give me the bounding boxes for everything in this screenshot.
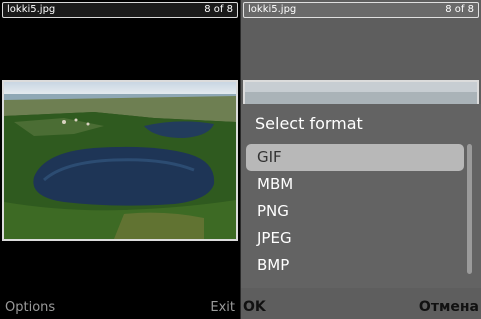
cancel-softkey[interactable]: Отмена <box>419 299 479 315</box>
options-softkey[interactable]: Options <box>5 300 55 315</box>
ok-softkey[interactable]: OK <box>243 299 266 315</box>
scrollbar[interactable] <box>467 144 472 274</box>
image-counter: 8 of 8 <box>445 4 474 15</box>
title-bar: lokki5.jpg 8 of 8 <box>2 2 238 18</box>
filename-label: lokki5.jpg <box>7 4 56 15</box>
select-format-screen: lokki5.jpg 8 of 8 Select format GIF MBM … <box>241 0 481 319</box>
photo-image[interactable] <box>2 80 238 241</box>
filename-label: lokki5.jpg <box>248 4 297 15</box>
format-option-mbm[interactable]: MBM <box>246 171 464 198</box>
select-format-dialog: Select format GIF MBM PNG JPEG BMP <box>241 104 481 288</box>
format-option-jpeg[interactable]: JPEG <box>246 225 464 252</box>
format-list: GIF MBM PNG JPEG BMP <box>246 144 464 279</box>
format-option-bmp[interactable]: BMP <box>246 252 464 279</box>
dialog-title: Select format <box>255 114 363 133</box>
format-option-gif[interactable]: GIF <box>246 144 464 171</box>
image-viewer-screen: lokki5.jpg 8 of 8 Options Exit <box>0 0 240 319</box>
exit-softkey[interactable]: Exit <box>210 300 235 315</box>
lake-landscape-photo <box>4 82 236 239</box>
title-bar: lokki5.jpg 8 of 8 <box>243 2 479 18</box>
image-counter: 8 of 8 <box>204 4 233 15</box>
format-option-png[interactable]: PNG <box>246 198 464 225</box>
